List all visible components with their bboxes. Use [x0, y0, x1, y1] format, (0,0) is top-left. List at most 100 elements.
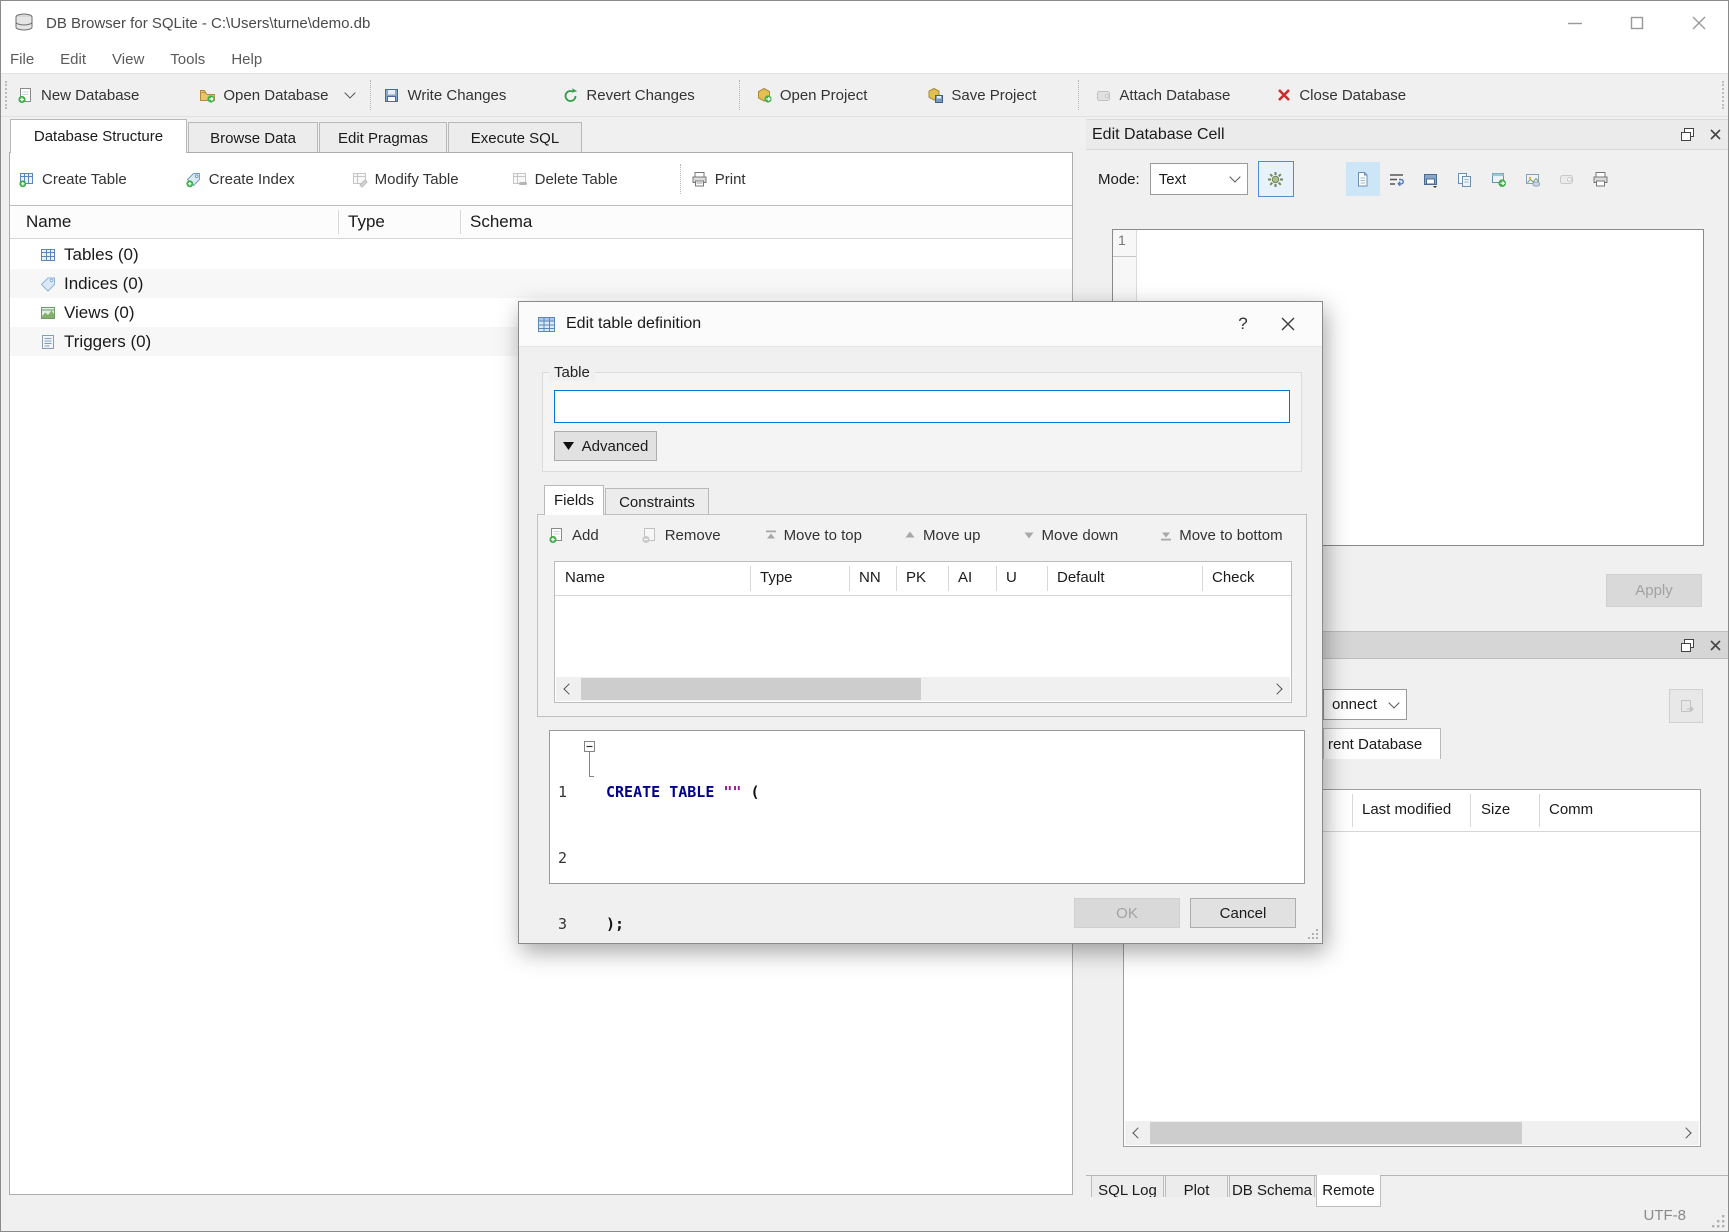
move-down-button[interactable]: Move down	[1023, 527, 1119, 544]
menu-tools[interactable]: Tools	[170, 51, 205, 68]
close-dock-icon[interactable]	[1709, 128, 1722, 141]
remote-col-comment[interactable]: Comm	[1549, 801, 1593, 818]
menu-help[interactable]: Help	[231, 51, 262, 68]
tree-col-name[interactable]: Name	[26, 212, 71, 232]
col-ai[interactable]: AI	[958, 569, 972, 586]
create-table-button[interactable]: Create Table	[18, 171, 127, 188]
window-title: DB Browser for SQLite - C:\Users\turne\d…	[46, 15, 370, 32]
encoding-indicator[interactable]: UTF-8	[1644, 1207, 1687, 1224]
col-check[interactable]: Check	[1212, 569, 1255, 586]
print-button[interactable]: Print	[691, 171, 746, 188]
toolbar-drag-handle[interactable]	[5, 81, 7, 109]
tree-row-indices[interactable]: Indices (0)	[10, 269, 1072, 298]
tree-col-type[interactable]: Type	[348, 212, 385, 232]
mode-select[interactable]: Text	[1150, 163, 1248, 195]
maximize-button[interactable]	[1606, 1, 1668, 45]
menu-edit[interactable]: Edit	[60, 51, 86, 68]
col-nn[interactable]: NN	[859, 569, 881, 586]
col-type[interactable]: Type	[760, 569, 793, 586]
tree-row-tables[interactable]: Tables (0)	[10, 240, 1072, 269]
scroll-left-icon[interactable]	[562, 685, 573, 693]
scrollbar-thumb[interactable]	[1150, 1122, 1522, 1144]
close-dock-icon[interactable]	[1709, 639, 1722, 652]
col-name[interactable]: Name	[565, 569, 605, 586]
modify-table-icon	[351, 171, 368, 188]
move-up-button[interactable]: Move up	[904, 527, 981, 544]
main-toolbar: New Database Open Database Write Changes…	[1, 73, 1729, 117]
write-changes-button[interactable]: Write Changes	[383, 87, 506, 104]
close-button[interactable]	[1668, 1, 1729, 45]
ok-button[interactable]: OK	[1074, 898, 1180, 928]
delete-table-button[interactable]: Delete Table	[511, 171, 618, 188]
image-view-button[interactable]	[1516, 162, 1550, 196]
current-database-tab[interactable]: rent Database	[1323, 728, 1441, 759]
scroll-right-icon[interactable]	[1682, 1129, 1693, 1137]
identity-select[interactable]: onnect	[1323, 689, 1407, 720]
clone-database-button[interactable]	[1669, 689, 1703, 723]
edit-cell-dock-header[interactable]: Edit Database Cell	[1086, 119, 1729, 150]
open-database-button[interactable]: Open Database	[199, 87, 328, 104]
toolbar-drag-handle-right[interactable]	[1722, 81, 1724, 109]
apply-button[interactable]: Apply	[1606, 574, 1702, 607]
move-to-bottom-button[interactable]: Move to bottom	[1160, 527, 1282, 544]
open-database-dropdown-arrow[interactable]	[346, 93, 354, 97]
document-icon	[1354, 171, 1371, 188]
modify-table-button[interactable]: Modify Table	[351, 171, 459, 188]
menu-file[interactable]: File	[10, 51, 34, 68]
dialog-close-icon[interactable]	[1280, 316, 1296, 332]
remove-field-button[interactable]: Remove	[641, 527, 721, 544]
scrollbar-thumb[interactable]	[581, 678, 921, 700]
toolbar-separator	[739, 80, 740, 110]
close-database-button[interactable]: Close Database	[1276, 87, 1406, 104]
open-in-window-button[interactable]	[1482, 162, 1516, 196]
text-document-button[interactable]	[1346, 162, 1380, 196]
minimize-button[interactable]	[1544, 1, 1606, 45]
dialog-resize-grip-icon[interactable]	[1307, 928, 1319, 940]
fold-marker-icon[interactable]	[584, 741, 595, 752]
scroll-left-icon[interactable]	[1131, 1129, 1142, 1137]
set-null-button[interactable]	[1550, 162, 1584, 196]
tab-remote[interactable]: Remote	[1316, 1175, 1381, 1207]
fields-table-hscrollbar[interactable]	[556, 677, 1290, 701]
tab-database-structure[interactable]: Database Structure	[10, 119, 187, 153]
new-database-button[interactable]: New Database	[17, 87, 139, 104]
scroll-right-icon[interactable]	[1273, 685, 1284, 693]
remote-col-last-modified[interactable]: Last modified	[1362, 801, 1451, 818]
tab-edit-pragmas[interactable]: Edit Pragmas	[319, 122, 447, 153]
tab-browse-data[interactable]: Browse Data	[188, 122, 318, 153]
create-index-button[interactable]: Create Index	[185, 171, 295, 188]
tab-remote-label: Remote	[1322, 1182, 1375, 1199]
fields-tab[interactable]: Fields	[544, 485, 604, 515]
indices-icon	[40, 276, 56, 292]
dialog-help-button[interactable]: ?	[1218, 314, 1268, 334]
advanced-button[interactable]: Advanced	[554, 431, 657, 461]
add-field-button[interactable]: Add	[548, 527, 599, 544]
print-label: Print	[715, 171, 746, 188]
float-dock-icon[interactable]	[1680, 127, 1695, 142]
cancel-button[interactable]: Cancel	[1190, 898, 1296, 928]
revert-changes-button[interactable]: Revert Changes	[562, 87, 694, 104]
menu-view[interactable]: View	[112, 51, 144, 68]
tree-col-schema[interactable]: Schema	[470, 212, 532, 232]
float-dock-icon[interactable]	[1680, 638, 1695, 653]
remote-col-size[interactable]: Size	[1481, 801, 1510, 818]
resize-grip-icon[interactable]	[1712, 1215, 1726, 1229]
col-default[interactable]: Default	[1057, 569, 1105, 586]
move-to-top-button[interactable]: Move to top	[765, 527, 862, 544]
table-name-input[interactable]	[554, 390, 1290, 423]
auto-detect-button[interactable]	[1258, 161, 1294, 197]
save-project-button[interactable]: Save Project	[927, 87, 1036, 104]
col-u[interactable]: U	[1006, 569, 1017, 586]
constraints-tab[interactable]: Constraints	[605, 488, 709, 515]
print-cell-button[interactable]	[1584, 162, 1618, 196]
tab-execute-sql[interactable]: Execute SQL	[448, 122, 582, 153]
fields-header-separator	[750, 566, 751, 591]
word-wrap-button[interactable]	[1380, 162, 1414, 196]
attach-database-button[interactable]: Attach Database	[1095, 87, 1230, 104]
col-pk[interactable]: PK	[906, 569, 926, 586]
remote-table-hscrollbar[interactable]	[1125, 1121, 1699, 1145]
import-text-button[interactable]	[1414, 162, 1448, 196]
export-text-button[interactable]	[1448, 162, 1482, 196]
move-to-top-icon	[765, 530, 777, 541]
open-project-button[interactable]: Open Project	[756, 87, 868, 104]
